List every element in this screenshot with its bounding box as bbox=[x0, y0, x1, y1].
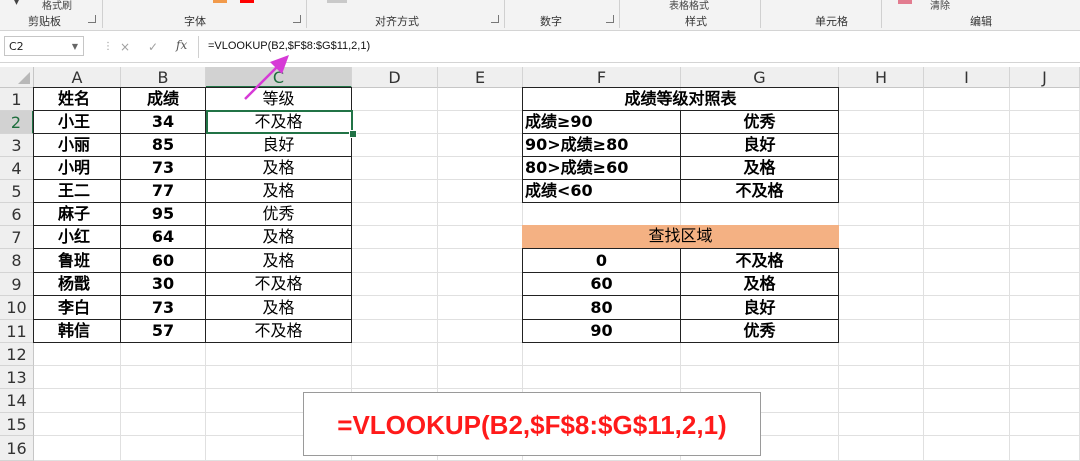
score-cell[interactable]: 73 bbox=[120, 295, 206, 320]
reference-grade-cell[interactable]: 良好 bbox=[680, 133, 839, 157]
grade-cell[interactable]: 优秀 bbox=[205, 202, 352, 226]
lookup-title-cell[interactable]: 查找区域 bbox=[522, 225, 839, 249]
grade-cell[interactable]: 及格 bbox=[205, 248, 352, 273]
name-cell[interactable]: 小红 bbox=[33, 225, 121, 249]
lookup-threshold-cell[interactable]: 90 bbox=[522, 319, 681, 343]
lookup-threshold-cell[interactable]: 80 bbox=[522, 295, 681, 320]
active-cell-border bbox=[206, 110, 353, 134]
lookup-threshold-cell[interactable]: 60 bbox=[522, 272, 681, 296]
fill-handle[interactable] bbox=[349, 130, 357, 138]
lookup-grade-cell[interactable]: 优秀 bbox=[680, 319, 839, 343]
grade-cell[interactable]: 不及格 bbox=[205, 319, 352, 343]
name-cell[interactable]: 小丽 bbox=[33, 133, 121, 157]
reference-grade-cell[interactable]: 及格 bbox=[680, 156, 839, 180]
reference-grade-cell[interactable]: 不及格 bbox=[680, 179, 839, 203]
name-cell[interactable]: 韩信 bbox=[33, 319, 121, 343]
grade-cell[interactable]: 及格 bbox=[205, 179, 352, 203]
grade-cell[interactable]: 及格 bbox=[205, 156, 352, 180]
formula-annotation-box: =VLOOKUP(B2,$F$8:$G$11,2,1) bbox=[303, 392, 761, 456]
header-cell[interactable]: 成绩 bbox=[120, 87, 206, 111]
name-cell[interactable]: 麻子 bbox=[33, 202, 121, 226]
grade-cell[interactable]: 及格 bbox=[205, 225, 352, 249]
name-cell[interactable]: 王二 bbox=[33, 179, 121, 203]
grade-cell[interactable]: 不及格 bbox=[205, 272, 352, 296]
header-cell[interactable]: 等级 bbox=[205, 87, 352, 111]
score-cell[interactable]: 57 bbox=[120, 319, 206, 343]
name-cell[interactable]: 小王 bbox=[33, 110, 121, 134]
grade-cell[interactable]: 良好 bbox=[205, 133, 352, 157]
reference-condition-cell[interactable]: 成绩≥90 bbox=[522, 110, 681, 134]
reference-condition-cell[interactable]: 90>成绩≥80 bbox=[522, 133, 681, 157]
lookup-grade-cell[interactable]: 良好 bbox=[680, 295, 839, 320]
name-cell[interactable]: 李白 bbox=[33, 295, 121, 320]
score-cell[interactable]: 30 bbox=[120, 272, 206, 296]
lookup-threshold-cell[interactable]: 0 bbox=[522, 248, 681, 273]
reference-title-cell[interactable]: 成绩等级对照表 bbox=[522, 87, 839, 111]
reference-condition-cell[interactable]: 成绩<60 bbox=[522, 179, 681, 203]
reference-condition-cell[interactable]: 80>成绩≥60 bbox=[522, 156, 681, 180]
reference-grade-cell[interactable]: 优秀 bbox=[680, 110, 839, 134]
score-cell[interactable]: 73 bbox=[120, 156, 206, 180]
lookup-grade-cell[interactable]: 不及格 bbox=[680, 248, 839, 273]
score-cell[interactable]: 34 bbox=[120, 110, 206, 134]
header-cell[interactable]: 姓名 bbox=[33, 87, 121, 111]
name-cell[interactable]: 杨戬 bbox=[33, 272, 121, 296]
score-cell[interactable]: 95 bbox=[120, 202, 206, 226]
formula-annotation-text: =VLOOKUP(B2,$F$8:$G$11,2,1) bbox=[337, 410, 727, 440]
lookup-grade-cell[interactable]: 及格 bbox=[680, 272, 839, 296]
score-cell[interactable]: 60 bbox=[120, 248, 206, 273]
name-cell[interactable]: 鲁班 bbox=[33, 248, 121, 273]
grade-cell[interactable]: 及格 bbox=[205, 295, 352, 320]
score-cell[interactable]: 85 bbox=[120, 133, 206, 157]
score-cell[interactable]: 64 bbox=[120, 225, 206, 249]
name-cell[interactable]: 小明 bbox=[33, 156, 121, 180]
score-cell[interactable]: 77 bbox=[120, 179, 206, 203]
